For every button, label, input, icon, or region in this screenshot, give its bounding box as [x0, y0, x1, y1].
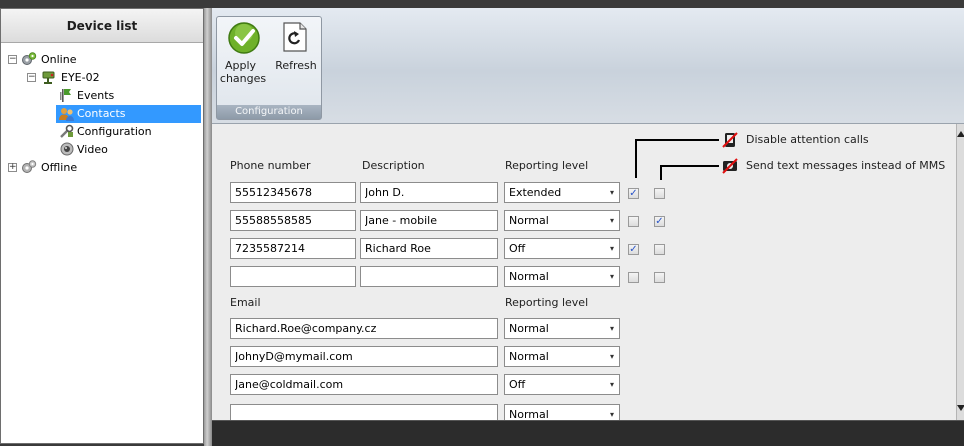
email-reporting-level-select[interactable]: Normal ▾ [504, 346, 620, 367]
legend-connector-disable [635, 139, 719, 141]
tree-item-events[interactable]: Events [1, 87, 203, 104]
legend-send-text-messages: Send text messages instead of MMS [746, 159, 946, 172]
device-list-panel: Device list − Online − EYE-02 Events Con… [0, 8, 204, 444]
vertical-scrollbar[interactable] [956, 124, 964, 420]
legend-connector-text [660, 165, 719, 167]
tree-item-video[interactable]: Video [1, 141, 203, 158]
legend-connector-disable [635, 140, 637, 178]
configuration-tools-icon [60, 124, 74, 138]
email-reporting-level-select[interactable]: Off ▾ [504, 374, 620, 395]
column-email: Email [230, 296, 261, 309]
legend-disable-attention-calls: Disable attention calls [746, 133, 869, 146]
tree-item-online[interactable]: − Online [1, 51, 203, 68]
contacts-people-icon [59, 108, 74, 121]
column-description: Description [362, 159, 425, 172]
email-reporting-level-select[interactable]: Normal ▾ [504, 404, 620, 420]
send-text-checkbox[interactable] [654, 272, 665, 283]
reporting-level-select[interactable]: Extended ▾ [504, 182, 620, 203]
dropdown-arrow-icon: ▾ [609, 380, 614, 389]
reporting-level-select[interactable]: Normal ▾ [504, 210, 620, 231]
collapse-icon[interactable]: − [27, 73, 36, 82]
disable-attention-checkbox[interactable]: ✓ [628, 244, 639, 255]
gear-group-icon [22, 52, 37, 65]
device-list-title: Device list [1, 9, 203, 43]
send-text-checkbox[interactable]: ✓ [654, 216, 665, 227]
dropdown-arrow-icon: ▾ [609, 272, 614, 281]
phone-number-input[interactable] [230, 266, 356, 287]
ribbon-toolbar: Apply changes Refresh Configuration [212, 8, 964, 124]
refresh-page-icon [283, 22, 307, 52]
description-input[interactable] [360, 182, 498, 203]
events-flag-icon [60, 89, 71, 102]
dropdown-arrow-icon: ▾ [609, 244, 614, 253]
no-mms-icon [722, 158, 738, 174]
phone-number-input[interactable] [230, 210, 356, 231]
dropdown-arrow-icon: ▾ [609, 410, 614, 419]
description-input[interactable] [360, 210, 498, 231]
dropdown-arrow-icon: ▾ [609, 352, 614, 361]
tree-item-configuration[interactable]: Configuration [1, 123, 203, 140]
reporting-level-select[interactable]: Off ▾ [504, 238, 620, 259]
scroll-up-icon[interactable] [957, 130, 964, 138]
apply-changes-button[interactable]: Apply changes [219, 19, 271, 103]
column-email-reporting-level: Reporting level [505, 296, 589, 309]
status-bar [212, 420, 964, 446]
description-input[interactable] [360, 238, 498, 259]
description-input[interactable] [360, 266, 498, 287]
check-icon [228, 22, 260, 54]
email-input[interactable] [230, 374, 498, 395]
disable-attention-checkbox[interactable] [628, 272, 639, 283]
tree-item-eye-02[interactable]: − EYE-02 [1, 69, 203, 86]
email-input[interactable] [230, 318, 498, 339]
email-input[interactable] [230, 346, 498, 367]
refresh-button[interactable]: Refresh [273, 19, 319, 103]
ribbon-group-label: Configuration [217, 105, 321, 119]
legend-connector-text [660, 166, 662, 180]
phone-number-input[interactable] [230, 238, 356, 259]
tree-item-contacts[interactable]: Contacts [1, 105, 203, 122]
tree-item-offline[interactable]: + Offline [1, 159, 203, 176]
panel-splitter[interactable] [204, 8, 212, 446]
disable-attention-checkbox[interactable] [628, 216, 639, 227]
expand-icon[interactable]: + [8, 163, 17, 172]
reporting-level-select[interactable]: Normal ▾ [504, 266, 620, 287]
dropdown-arrow-icon: ▾ [609, 324, 614, 333]
camera-device-icon [42, 71, 55, 84]
email-input[interactable] [230, 404, 498, 420]
column-phone-number: Phone number [230, 159, 311, 172]
column-reporting-level: Reporting level [505, 159, 589, 172]
dropdown-arrow-icon: ▾ [609, 216, 614, 225]
gear-group-icon [22, 160, 37, 173]
dropdown-arrow-icon: ▾ [609, 188, 614, 197]
ribbon-group-configuration: Apply changes Refresh Configuration [216, 16, 322, 120]
no-call-icon [722, 132, 738, 148]
send-text-checkbox[interactable] [654, 188, 665, 199]
contacts-form: Disable attention calls Send text messag… [212, 124, 956, 420]
collapse-icon[interactable]: − [8, 55, 17, 64]
disable-attention-checkbox[interactable]: ✓ [628, 188, 639, 199]
email-reporting-level-select[interactable]: Normal ▾ [504, 318, 620, 339]
send-text-checkbox[interactable] [654, 244, 665, 255]
phone-number-input[interactable] [230, 182, 356, 203]
scroll-down-icon[interactable] [957, 404, 964, 412]
video-camera-icon [60, 142, 74, 156]
